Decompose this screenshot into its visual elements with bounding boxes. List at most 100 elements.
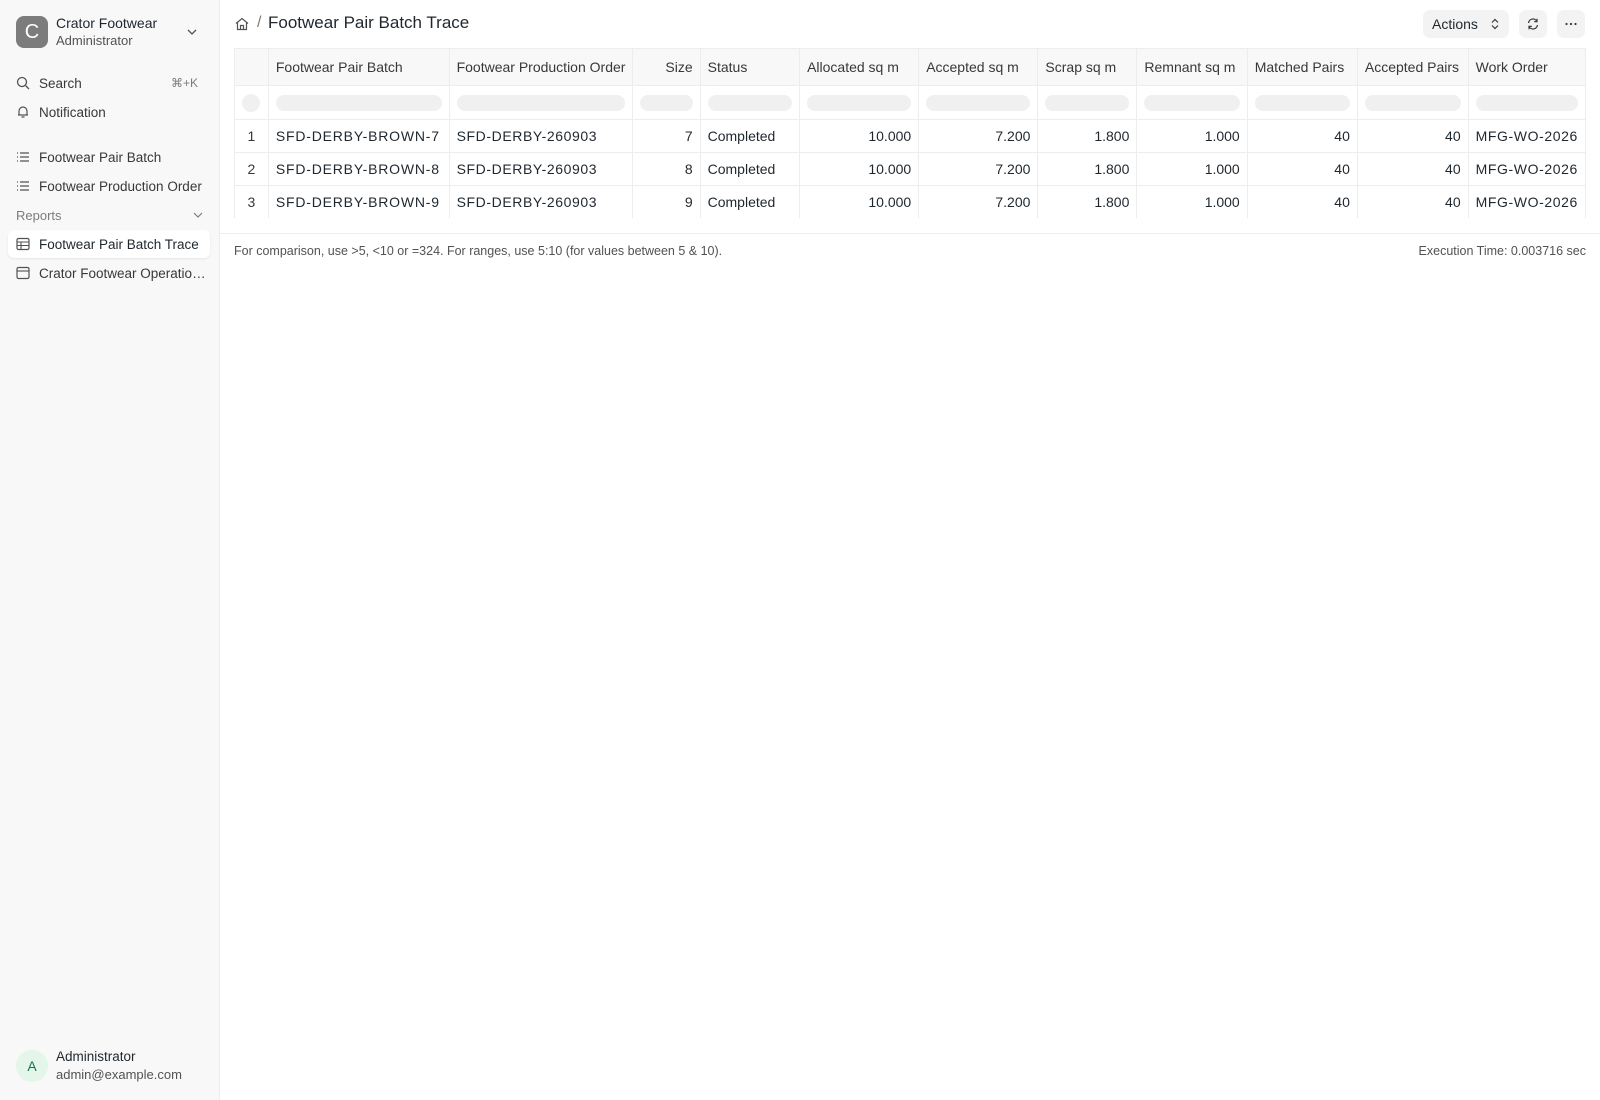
sidebar-item-footwear-pair-batch-trace[interactable]: Footwear Pair Batch Trace (8, 230, 210, 258)
header-row: Footwear Pair Batch Footwear Production … (234, 48, 1586, 86)
table-cell[interactable]: 40 (1356, 185, 1469, 218)
page-header: / Footwear Pair Batch Trace Actions (220, 0, 1600, 48)
filter-input[interactable] (1356, 85, 1469, 120)
table-cell[interactable]: 40 (1246, 119, 1358, 153)
table-cell[interactable]: 10.000 (799, 152, 920, 186)
column-header[interactable]: Footwear Pair Batch (267, 48, 450, 86)
filter-input[interactable] (448, 85, 634, 120)
column-header[interactable]: Work Order (1467, 48, 1586, 86)
sidebar-item-label: Footwear Pair Batch (39, 149, 162, 165)
workspace-logo: C (16, 16, 48, 48)
reports-section-toggle[interactable]: Reports (16, 203, 204, 227)
table-cell[interactable]: 40 (1356, 152, 1469, 186)
filter-input[interactable] (267, 85, 450, 120)
filter-input[interactable] (1467, 85, 1586, 120)
table-cell[interactable]: 1.800 (1037, 119, 1138, 153)
column-header[interactable]: Matched Pairs (1246, 48, 1358, 86)
column-header[interactable]: Footwear Production Order (448, 48, 634, 86)
notification-label: Notification (39, 104, 106, 120)
table-cell[interactable]: 7 (632, 119, 701, 153)
actions-label: Actions (1432, 16, 1478, 32)
sidebar-item-footwear-production-order[interactable]: Footwear Production Order (8, 172, 210, 200)
row-number: 1 (234, 119, 269, 153)
report-icon (16, 266, 30, 280)
column-header[interactable]: Size (632, 48, 701, 86)
table-cell[interactable]: 1.000 (1136, 152, 1248, 186)
sidebar-item-crator-footwear-operations[interactable]: Crator Footwear Operations Summary (8, 259, 210, 287)
table-cell[interactable]: SFD-DERBY-BROWN-9 (267, 185, 450, 218)
more-options-button[interactable] (1557, 10, 1585, 38)
row-number-header (234, 48, 269, 86)
search-label: Search (39, 75, 82, 91)
filter-input[interactable] (699, 85, 801, 120)
table-cell[interactable]: Completed (699, 185, 801, 218)
table-cell[interactable]: 8 (632, 152, 701, 186)
table-cell[interactable]: 40 (1246, 152, 1358, 186)
filter-input[interactable] (799, 85, 920, 120)
table-cell[interactable]: 10.000 (799, 119, 920, 153)
filter-input[interactable] (918, 85, 1039, 120)
row-number: 3 (234, 185, 269, 218)
column-header[interactable]: Remnant sq m (1136, 48, 1248, 86)
table-row[interactable]: 3 SFD-DERBY-BROWN-9 SFD-DERBY-260903 9 C… (234, 185, 1586, 218)
execution-time: Execution Time: 0.003716 sec (1418, 244, 1586, 258)
avatar: A (16, 1050, 48, 1082)
actions-button[interactable]: Actions (1423, 10, 1509, 38)
table-cell[interactable]: 7.200 (918, 119, 1039, 153)
workspace-switcher[interactable]: C Crator Footwear Administrator (16, 14, 206, 50)
filter-input[interactable] (1136, 85, 1248, 120)
table-cell[interactable]: 1.800 (1037, 152, 1138, 186)
filter-input[interactable] (632, 85, 701, 120)
filter-input[interactable] (1246, 85, 1358, 120)
table-cell[interactable]: SFD-DERBY-260903 (448, 185, 634, 218)
sidebar-item-footwear-pair-batch[interactable]: Footwear Pair Batch (8, 143, 210, 171)
sidebar-item-label: Crator Footwear Operations Summary (39, 265, 210, 281)
table-cell[interactable]: 1.800 (1037, 185, 1138, 218)
table-cell[interactable]: 1.000 (1136, 185, 1248, 218)
page-title: Footwear Pair Batch Trace (268, 13, 470, 32)
table-row[interactable]: 2 SFD-DERBY-BROWN-8 SFD-DERBY-260903 8 C… (234, 152, 1586, 186)
table-cell[interactable]: 7.200 (918, 152, 1039, 186)
divider (220, 233, 1600, 234)
table-cell[interactable]: 40 (1246, 185, 1358, 218)
table-cell[interactable]: 9 (632, 185, 701, 218)
list-icon (17, 181, 29, 191)
table-cell[interactable]: Completed (699, 119, 801, 153)
table-cell[interactable]: SFD-DERBY-260903 (448, 119, 634, 153)
table-cell[interactable]: SFD-DERBY-260903 (448, 152, 634, 186)
column-header[interactable]: Accepted Pairs (1356, 48, 1469, 86)
more-horizontal-icon (1565, 22, 1577, 26)
search-shortcut: ⌘+K (170, 76, 198, 90)
column-header[interactable]: Scrap sq m (1037, 48, 1138, 86)
workspace-role: Administrator (56, 33, 133, 48)
report-table: Footwear Pair Batch Footwear Production … (234, 48, 1586, 218)
user-name: Administrator (56, 1049, 136, 1064)
filter-hint: For comparison, use >5, <10 or =324. For… (234, 244, 723, 258)
table-cell[interactable]: 1.000 (1136, 119, 1248, 153)
table-cell[interactable]: MFG-WO-2026 (1467, 185, 1586, 218)
table-cell[interactable]: MFG-WO-2026 (1467, 152, 1586, 186)
column-header[interactable]: Status (699, 48, 801, 86)
chevron-down-icon (187, 29, 197, 35)
column-header[interactable]: Allocated sq m (799, 48, 920, 86)
table-cell[interactable]: 10.000 (799, 185, 920, 218)
table-cell[interactable]: 7.200 (918, 185, 1039, 218)
table-cell[interactable]: MFG-WO-2026 (1467, 119, 1586, 153)
breadcrumb-separator: / (257, 14, 262, 31)
notification-button[interactable]: Notification (8, 98, 210, 126)
filter-input[interactable] (1037, 85, 1138, 120)
sidebar-item-label: Footwear Pair Batch Trace (39, 236, 199, 252)
table-row[interactable]: 1 SFD-DERBY-BROWN-7 SFD-DERBY-260903 7 C… (234, 119, 1586, 153)
table-cell[interactable]: SFD-DERBY-BROWN-8 (267, 152, 450, 186)
list-icon (17, 152, 29, 162)
column-header[interactable]: Accepted sq m (918, 48, 1039, 86)
filter-row (234, 85, 1586, 120)
table-icon (16, 237, 30, 251)
table-cell[interactable]: Completed (699, 152, 801, 186)
table-cell[interactable]: 40 (1356, 119, 1469, 153)
table-cell[interactable]: SFD-DERBY-BROWN-7 (267, 119, 450, 153)
home-icon[interactable] (234, 16, 250, 32)
user-menu[interactable]: A Administrator admin@example.com (16, 1048, 182, 1084)
search-button[interactable]: Search ⌘+K (8, 69, 210, 97)
refresh-button[interactable] (1519, 10, 1547, 38)
